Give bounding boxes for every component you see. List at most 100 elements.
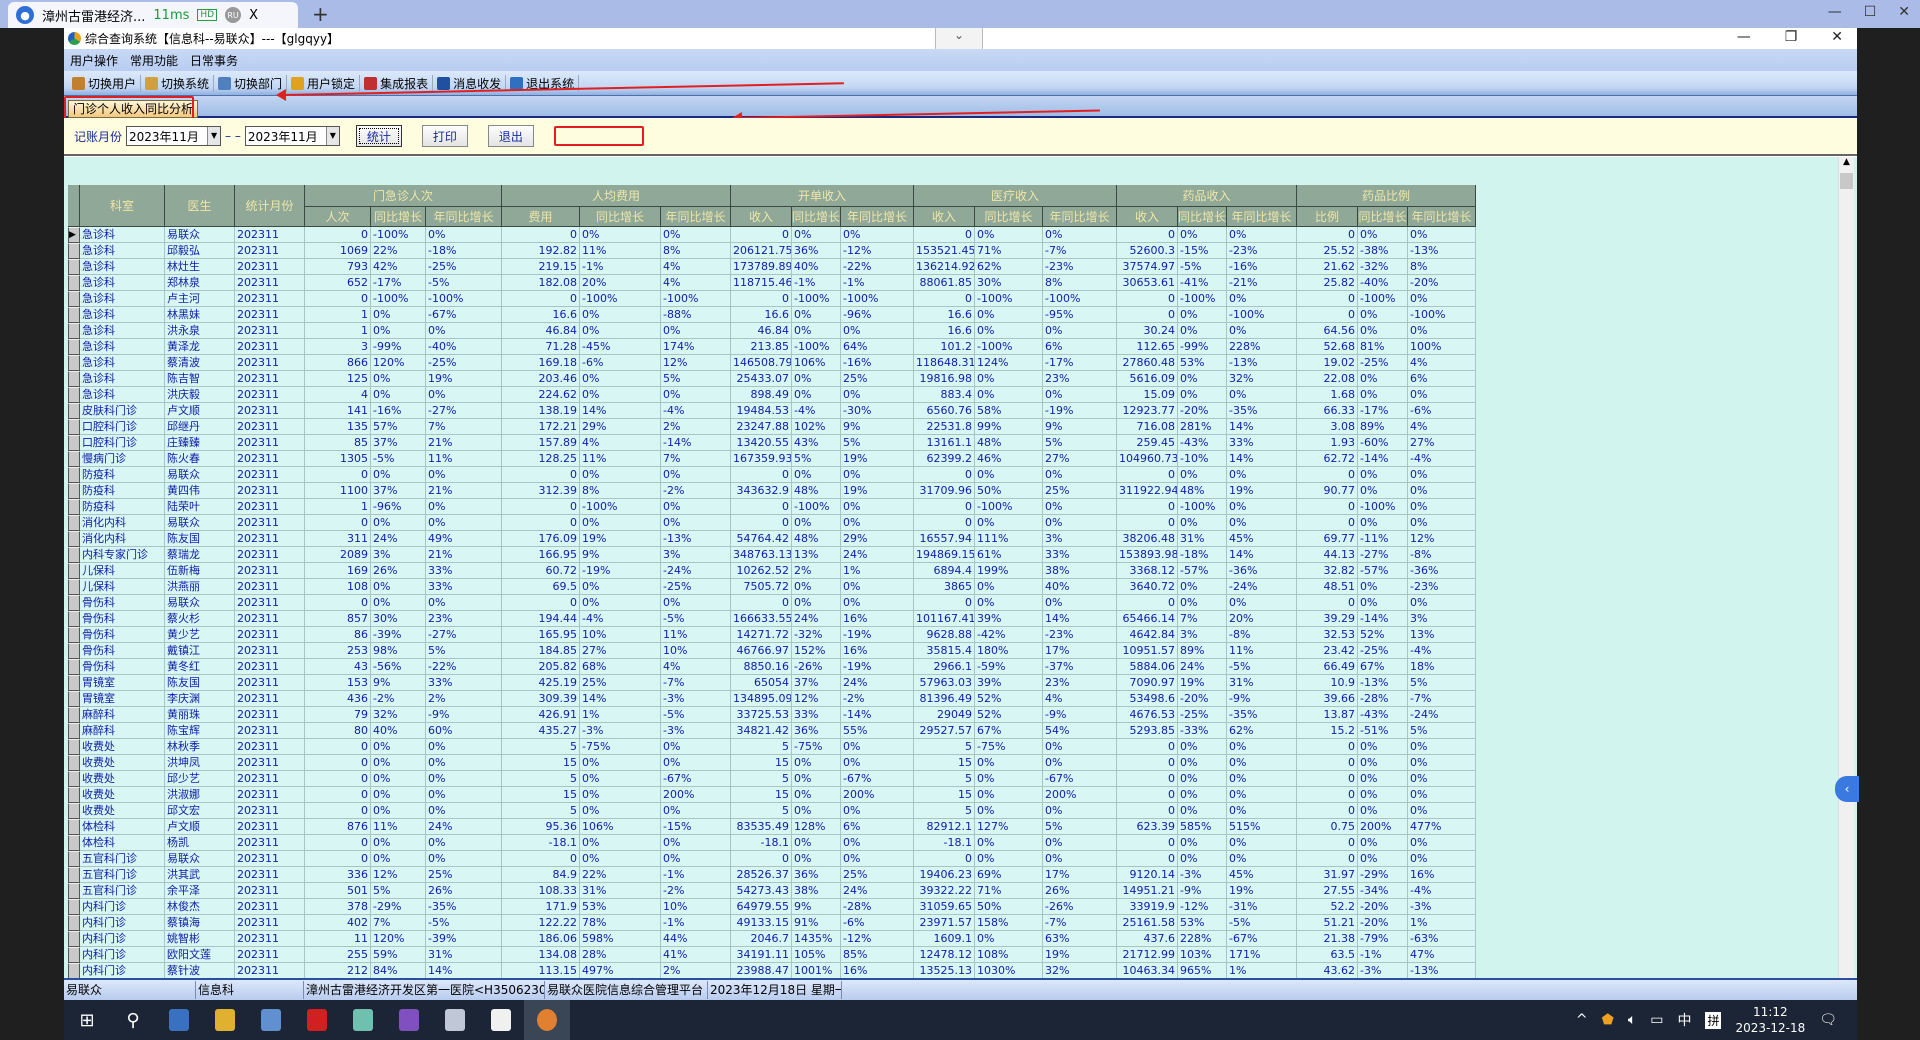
table-cell[interactable]: 0% — [975, 387, 1043, 403]
table-cell[interactable]: -79% — [1358, 931, 1408, 947]
table-cell[interactable]: 3640.72 — [1117, 579, 1178, 595]
table-cell[interactable]: 39.29 — [1297, 611, 1358, 627]
table-cell[interactable]: 0 — [1297, 595, 1358, 611]
row-selector[interactable] — [68, 451, 80, 467]
table-cell[interactable]: 22.08 — [1297, 371, 1358, 387]
table-cell[interactable]: 0% — [841, 499, 914, 515]
table-cell[interactable]: -56% — [371, 659, 426, 675]
close-icon[interactable]: ✕ — [1831, 29, 1843, 45]
table-cell[interactable]: 71.28 — [502, 339, 580, 355]
table-cell[interactable]: 5 — [914, 771, 975, 787]
row-selector[interactable] — [68, 803, 80, 819]
table-cell[interactable]: 易联众 — [165, 851, 235, 867]
table-cell[interactable]: 348763.13 — [731, 547, 792, 563]
table-cell[interactable]: 五官科门诊 — [80, 883, 165, 899]
table-cell[interactable]: -33% — [1178, 723, 1227, 739]
table-cell[interactable]: 0% — [792, 803, 841, 819]
table-cell[interactable]: -8% — [1408, 547, 1476, 563]
table-cell[interactable]: 0% — [580, 387, 661, 403]
notifications-icon[interactable]: 🗨︎ — [1819, 1012, 1837, 1028]
table-cell[interactable]: -23% — [1408, 579, 1476, 595]
table-cell[interactable]: 53% — [1178, 355, 1227, 371]
row-selector[interactable] — [68, 931, 80, 947]
table-cell[interactable]: 0% — [841, 739, 914, 755]
table-cell[interactable]: -4% — [1408, 643, 1476, 659]
table-cell[interactable]: -5% — [661, 707, 731, 723]
remote-viewer-icon[interactable] — [156, 1000, 202, 1040]
table-cell[interactable]: -13% — [1408, 963, 1476, 979]
table-cell[interactable]: 0 — [502, 291, 580, 307]
table-cell[interactable]: -5% — [1227, 659, 1297, 675]
table-cell[interactable]: 8% — [1043, 275, 1117, 291]
table-cell[interactable]: 消化内科 — [80, 515, 165, 531]
table-cell[interactable]: 64.56 — [1297, 323, 1358, 339]
table-cell[interactable]: 0% — [792, 307, 841, 323]
table-cell[interactable]: 34821.42 — [731, 723, 792, 739]
table-cell[interactable]: -17% — [1043, 355, 1117, 371]
clock[interactable]: 11:12 2023-12-18 — [1735, 1004, 1805, 1036]
row-selector[interactable] — [68, 291, 80, 307]
table-cell[interactable]: 5% — [1043, 819, 1117, 835]
table-cell[interactable]: 103% — [1178, 947, 1227, 963]
table-cell[interactable]: 128.25 — [502, 451, 580, 467]
table-cell[interactable]: 202311 — [235, 243, 305, 259]
table-cell[interactable]: 0% — [975, 595, 1043, 611]
table-cell[interactable]: 0% — [841, 755, 914, 771]
table-cell[interactable]: -100% — [1358, 499, 1408, 515]
table-cell[interactable]: 0% — [1408, 387, 1476, 403]
table-cell[interactable]: 蔡镇海 — [165, 915, 235, 931]
table-cell[interactable]: 0% — [1358, 851, 1408, 867]
table-cell[interactable]: -40% — [426, 339, 502, 355]
table-cell[interactable]: 易联众 — [165, 227, 235, 243]
table-cell[interactable]: 3 — [305, 339, 371, 355]
table-cell[interactable]: 52600.3 — [1117, 243, 1178, 259]
table-cell[interactable]: 202311 — [235, 867, 305, 883]
column-header[interactable]: 年同比增长 — [1043, 207, 1117, 227]
security-shield-icon[interactable]: ⬟ — [1602, 1012, 1614, 1028]
table-cell[interactable]: 19484.53 — [731, 403, 792, 419]
table-cell[interactable]: 57963.03 — [914, 675, 975, 691]
table-cell[interactable]: 7% — [371, 915, 426, 931]
table-cell[interactable]: 167359.93 — [731, 451, 792, 467]
row-selector[interactable] — [68, 355, 80, 371]
table-cell[interactable]: 0% — [1043, 467, 1117, 483]
table-cell[interactable]: 0% — [580, 227, 661, 243]
column-header[interactable]: 医生 — [165, 185, 235, 227]
table-cell[interactable]: 急诊科 — [80, 227, 165, 243]
table-cell[interactable]: 0% — [661, 851, 731, 867]
table-cell[interactable]: 33% — [1043, 547, 1117, 563]
table-cell[interactable]: 0% — [1358, 515, 1408, 531]
table-cell[interactable]: 0% — [1043, 323, 1117, 339]
table-cell[interactable]: -27% — [426, 403, 502, 419]
toolbar-item-3[interactable]: 用户锁定 — [287, 74, 361, 92]
table-cell[interactable]: -28% — [1358, 691, 1408, 707]
table-cell[interactable]: -2% — [661, 483, 731, 499]
table-cell[interactable]: 19% — [580, 531, 661, 547]
table-cell[interactable]: 8850.16 — [731, 659, 792, 675]
table-cell[interactable]: 43.62 — [1297, 963, 1358, 979]
table-cell[interactable]: 0% — [1227, 595, 1297, 611]
table-cell[interactable]: 31.97 — [1297, 867, 1358, 883]
table-cell[interactable]: -35% — [426, 899, 502, 915]
table-cell[interactable]: 0% — [580, 323, 661, 339]
table-cell[interactable]: -14% — [661, 435, 731, 451]
table-cell[interactable]: 0% — [371, 467, 426, 483]
table-cell[interactable]: 0% — [371, 739, 426, 755]
table-cell[interactable]: 19% — [1043, 947, 1117, 963]
table-cell[interactable]: -100% — [1178, 291, 1227, 307]
network-icon[interactable]: ▭ — [1650, 1012, 1663, 1028]
table-cell[interactable]: 0% — [975, 851, 1043, 867]
table-cell[interactable]: 0% — [426, 499, 502, 515]
table-cell[interactable]: 0% — [426, 515, 502, 531]
row-selector[interactable] — [68, 323, 80, 339]
table-cell[interactable]: 0 — [1297, 291, 1358, 307]
table-cell[interactable]: 0 — [731, 595, 792, 611]
table-cell[interactable]: 0 — [914, 595, 975, 611]
table-cell[interactable]: 184.85 — [502, 643, 580, 659]
table-cell[interactable]: 14% — [580, 691, 661, 707]
table-cell[interactable]: 64979.55 — [731, 899, 792, 915]
table-cell[interactable]: 0% — [426, 739, 502, 755]
table-cell[interactable]: 4% — [661, 275, 731, 291]
table-cell[interactable]: 228% — [1227, 339, 1297, 355]
table-cell[interactable]: 24% — [792, 611, 841, 627]
